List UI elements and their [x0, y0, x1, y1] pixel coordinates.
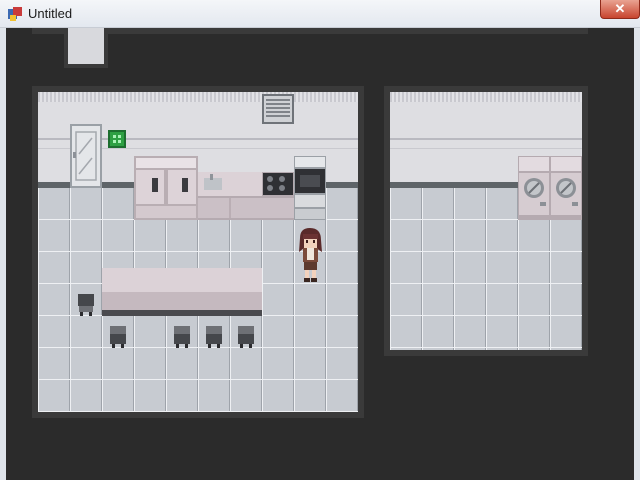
exit-sign-icon [108, 130, 126, 148]
microwave-oven-icon[interactable] [294, 156, 326, 220]
stove-icon[interactable] [262, 172, 294, 220]
door-icon[interactable] [70, 124, 102, 188]
rpg-maker-icon [8, 7, 22, 21]
close-icon: ✕ [614, 1, 626, 16]
doorway-notch [64, 28, 108, 68]
wall-trim [38, 92, 358, 102]
kitchen-island-table[interactable] [102, 268, 262, 316]
player-character-sprite[interactable] [294, 226, 326, 284]
kitchen-counter-sink[interactable] [198, 172, 262, 220]
laundry-interior [390, 92, 582, 350]
wall-stripe [390, 138, 582, 140]
chair-icon[interactable] [110, 326, 126, 348]
chair-icon[interactable] [206, 326, 222, 348]
corridor-wall-top [32, 28, 588, 34]
wall-trim [390, 92, 582, 102]
air-vent-icon [262, 94, 294, 124]
refrigerator-icon[interactable] [134, 156, 198, 220]
chair-icon[interactable] [174, 326, 190, 348]
washing-machine-icon[interactable] [550, 156, 582, 220]
chair-icon[interactable] [238, 326, 254, 348]
window-frame-right [634, 28, 640, 480]
washing-machine-icon[interactable] [518, 156, 550, 220]
laundry-room [384, 86, 588, 356]
doorway-floor [68, 28, 104, 64]
chair-icon[interactable] [78, 294, 94, 316]
wall-stripe [390, 148, 582, 149]
close-button[interactable]: ✕ [600, 0, 640, 19]
window-title: Untitled [28, 6, 73, 21]
window-titlebar: Untitled ✕ [0, 0, 640, 28]
window-frame-left [0, 28, 6, 480]
